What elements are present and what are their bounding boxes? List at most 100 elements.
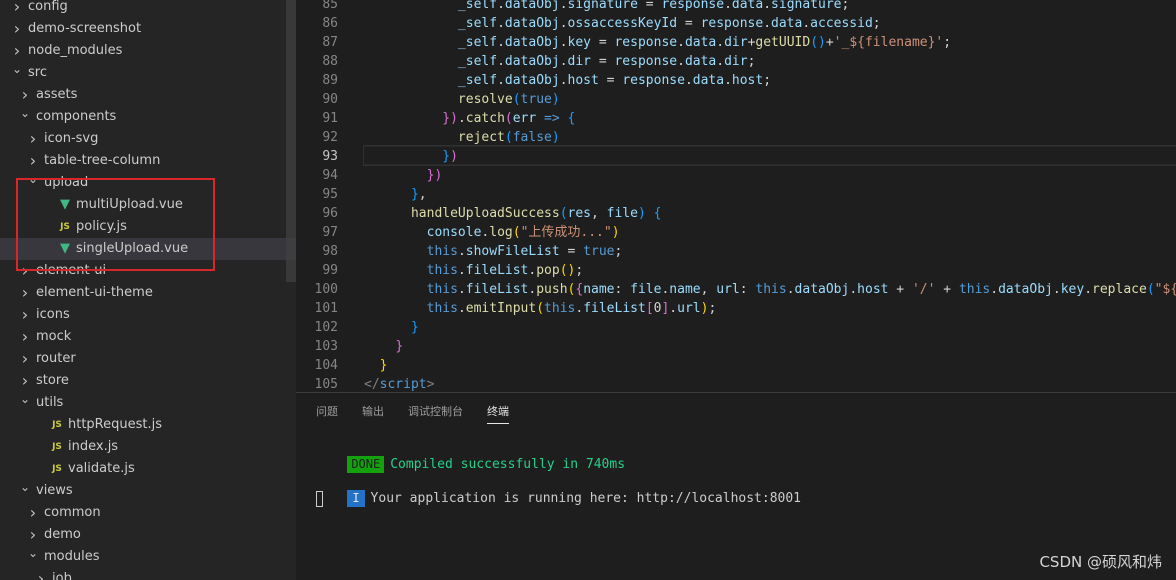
chevron-right-icon: › xyxy=(29,503,37,522)
line-number: 91 xyxy=(322,111,338,126)
tree-file[interactable]: JS httpRequest.js xyxy=(0,414,296,436)
code-text: _self.dataObj.signature = response.data.… xyxy=(457,0,850,12)
tree-file[interactable]: JS index.js xyxy=(0,436,296,458)
tree-folder[interactable]: › router xyxy=(0,348,296,370)
tree-folder[interactable]: › config xyxy=(0,0,296,18)
line-number: 90 xyxy=(322,92,338,107)
terminal-done-line: DONE Compiled successfully in 740ms xyxy=(316,438,625,473)
tree-item-label: utils xyxy=(36,395,64,410)
tree-folder[interactable]: › node_modules xyxy=(0,40,296,62)
tab-output[interactable]: 输出 xyxy=(362,403,384,423)
tree-folder[interactable]: › demo-screenshot xyxy=(0,18,296,40)
tab-debug-console[interactable]: 调试控制台 xyxy=(408,403,463,423)
line-number: 95 xyxy=(322,187,338,202)
bottom-panel: 问题 输出 调试控制台 终端 DONE Compiled successfully… xyxy=(296,392,1176,580)
tree-folder[interactable]: › common xyxy=(0,502,296,524)
code-text: } xyxy=(410,320,419,335)
code-text: resolve(true) xyxy=(457,92,560,107)
code-text: _self.dataObj.dir = response.data.dir; xyxy=(457,54,756,69)
chevron-down-icon: ⌄ xyxy=(19,480,31,494)
annotation-highlight-box xyxy=(16,178,215,271)
code-text: }) xyxy=(426,168,443,183)
tree-item-label: mock xyxy=(36,329,72,344)
chevron-down-icon: ⌄ xyxy=(19,106,31,120)
tab-problems[interactable]: 问题 xyxy=(316,403,338,423)
code-text: this.showFileList = true; xyxy=(426,244,623,259)
line-number: 99 xyxy=(322,263,338,278)
chevron-right-icon: › xyxy=(21,305,29,324)
chevron-right-icon: › xyxy=(37,569,45,580)
code-text: console.log("上传成功...") xyxy=(426,225,620,240)
line-number: 96 xyxy=(322,206,338,221)
tree-item-label: common xyxy=(44,505,101,520)
tree-folder[interactable]: ⌄ views xyxy=(0,480,296,502)
code-line: 89 _self.dataObj.host = response.data.ho… xyxy=(296,71,1176,90)
line-number: 103 xyxy=(314,339,338,354)
code-line: 100 this.fileList.push({name: file.name,… xyxy=(296,280,1176,299)
tree-folder[interactable]: › store xyxy=(0,370,296,392)
tree-item-label: node_modules xyxy=(28,43,123,58)
tree-folder[interactable]: › demo xyxy=(0,524,296,546)
tree-folder[interactable]: › job xyxy=(0,568,296,580)
tree-item-label: views xyxy=(36,483,73,498)
compiled-message: Compiled successfully in 740ms xyxy=(390,457,626,472)
code-text: </script> xyxy=(364,377,435,392)
code-text: this.emitInput(this.fileList[0].url); xyxy=(426,301,717,316)
tree-item-label: assets xyxy=(36,87,78,102)
chevron-down-icon: ⌄ xyxy=(11,62,23,76)
code-line: 101 this.emitInput(this.fileList[0].url)… xyxy=(296,299,1176,318)
code-line: 98 this.showFileList = true; xyxy=(296,242,1176,261)
chevron-right-icon: › xyxy=(21,349,29,368)
tree-item-label: job xyxy=(52,571,72,580)
line-number: 87 xyxy=(322,35,338,50)
tree-folder[interactable]: › mock xyxy=(0,326,296,348)
code-line: 105 </script> xyxy=(296,375,1176,392)
code-line: 91 }).catch(err => { xyxy=(296,109,1176,128)
code-line: 96 handleUploadSuccess(res, file) { xyxy=(296,204,1176,223)
code-text: }).catch(err => { xyxy=(442,111,576,126)
code-text: } xyxy=(395,339,404,354)
tree-folder[interactable]: › element-ui-theme xyxy=(0,282,296,304)
tree-item-label: icon-svg xyxy=(44,131,99,146)
code-text: } xyxy=(379,358,388,373)
tree-folder[interactable]: › icons xyxy=(0,304,296,326)
info-badge: I xyxy=(347,490,365,507)
tree-file[interactable]: JS validate.js xyxy=(0,458,296,480)
js-file-icon: JS xyxy=(52,442,62,452)
code-text: handleUploadSuccess(res, file) { xyxy=(410,206,662,221)
tree-folder[interactable]: ⌄ modules xyxy=(0,546,296,568)
code-line: 92 reject(false) xyxy=(296,128,1176,147)
tree-folder[interactable]: ⌄ utils xyxy=(0,392,296,414)
code-line: 90 resolve(true) xyxy=(296,90,1176,109)
line-number: 92 xyxy=(322,130,338,145)
terminal-running-line: I Your application is running here: http:… xyxy=(316,472,801,507)
line-number: 93 xyxy=(322,149,338,164)
tree-folder[interactable]: ⌄ components xyxy=(0,106,296,128)
line-number: 101 xyxy=(314,301,338,316)
js-file-icon: JS xyxy=(52,464,62,474)
chevron-down-icon: ⌄ xyxy=(19,392,31,406)
code-line: 99 this.fileList.pop(); xyxy=(296,261,1176,280)
tree-item-label: icons xyxy=(36,307,70,322)
code-text: _self.dataObj.ossaccessKeyId = response.… xyxy=(457,16,881,31)
tree-item-label: router xyxy=(36,351,76,366)
code-line: 97 console.log("上传成功...") xyxy=(296,223,1176,242)
tree-folder[interactable]: › icon-svg xyxy=(0,128,296,150)
tree-item-label: config xyxy=(28,0,68,14)
code-line: 103 } xyxy=(296,337,1176,356)
running-message[interactable]: Your application is running here: http:/… xyxy=(371,491,801,506)
explorer-scrollbar[interactable] xyxy=(286,0,296,282)
chevron-right-icon: › xyxy=(21,327,29,346)
tree-folder[interactable]: › table-tree-column xyxy=(0,150,296,172)
tree-folder[interactable]: ⌄ src xyxy=(0,62,296,84)
chevron-right-icon: › xyxy=(13,19,21,38)
done-badge: DONE xyxy=(347,456,385,473)
tree-item-label: demo-screenshot xyxy=(28,21,142,36)
tree-folder[interactable]: › assets xyxy=(0,84,296,106)
code-text: reject(false) xyxy=(457,130,560,145)
tab-terminal[interactable]: 终端 xyxy=(487,403,509,424)
tree-item-label: components xyxy=(36,109,117,124)
code-editor[interactable]: 85 _self.dataObj.signature = response.da… xyxy=(296,0,1176,392)
tree-item-label: store xyxy=(36,373,69,388)
tree-item-label: table-tree-column xyxy=(44,153,161,168)
